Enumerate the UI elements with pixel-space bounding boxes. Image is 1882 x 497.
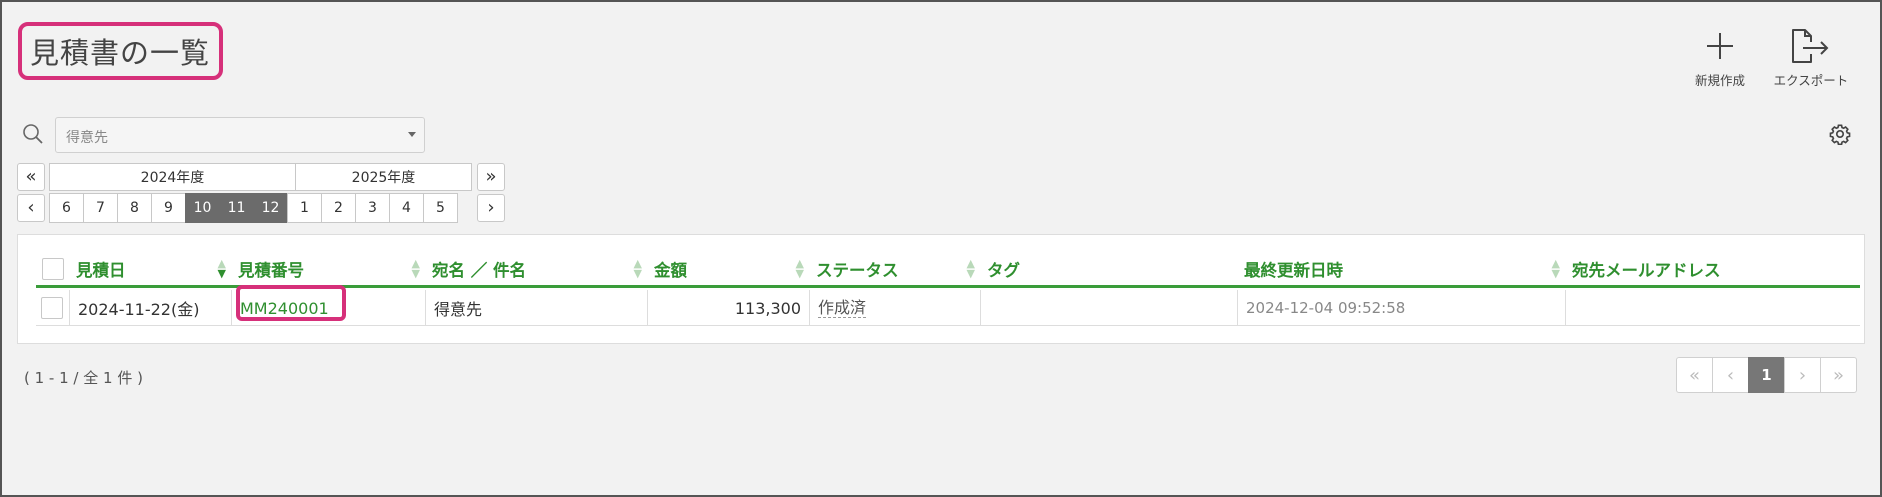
select-all-cell bbox=[36, 252, 70, 285]
sort-icon: ▲ ▼ bbox=[633, 256, 642, 280]
plus-icon bbox=[1707, 33, 1733, 59]
customer-search-placeholder: 得意先 bbox=[66, 130, 108, 146]
month-12[interactable]: 12 bbox=[253, 193, 288, 223]
gear-icon[interactable] bbox=[1829, 123, 1851, 145]
cell-date: 2024-11-22(金) bbox=[70, 290, 232, 326]
export-button-label: エクスポート bbox=[1773, 73, 1849, 88]
row-checkbox[interactable] bbox=[41, 297, 63, 319]
month-1[interactable]: 1 bbox=[287, 193, 322, 223]
month-5[interactable]: 5 bbox=[423, 193, 458, 223]
export-button[interactable]: エクスポート bbox=[1766, 26, 1856, 89]
sort-icon: ▲ ▼ bbox=[795, 256, 804, 280]
cell-amount: 113,300 bbox=[648, 290, 810, 326]
month-4[interactable]: 4 bbox=[389, 193, 424, 223]
col-email: 宛先メールアドレス bbox=[1572, 260, 1721, 280]
cell-email bbox=[1566, 290, 1860, 326]
new-button[interactable]: 新規作成 bbox=[1690, 26, 1750, 89]
month-6[interactable]: 6 bbox=[49, 193, 84, 223]
next-page-button[interactable]: › bbox=[1784, 357, 1821, 393]
fiscal-year-row: 2024年度 2025年度 bbox=[49, 163, 472, 191]
month-3[interactable]: 3 bbox=[355, 193, 390, 223]
next-year-button[interactable]: » bbox=[477, 163, 505, 191]
page-1-button[interactable]: 1 bbox=[1748, 357, 1785, 393]
col-number[interactable]: 見積番号 ▲ ▼ bbox=[232, 252, 426, 285]
first-page-button[interactable]: « bbox=[1676, 357, 1713, 393]
prev-page-button[interactable]: ‹ bbox=[1712, 357, 1749, 393]
sort-desc-icon: ▲ ▼ bbox=[217, 256, 226, 280]
prev-year-button[interactable]: « bbox=[17, 163, 45, 191]
fiscal-year-2025[interactable]: 2025年度 bbox=[295, 163, 472, 191]
prev-month-button[interactable]: ‹ bbox=[17, 194, 45, 222]
fiscal-year-2024[interactable]: 2024年度 bbox=[49, 163, 296, 191]
chevron-down-icon bbox=[408, 132, 416, 137]
status-label[interactable]: 作成済 bbox=[818, 298, 867, 319]
title-highlight: 見積書の一覧 bbox=[18, 22, 223, 80]
select-all-checkbox[interactable] bbox=[42, 257, 64, 280]
month-row: 6 7 8 9 10 11 12 1 2 3 4 5 bbox=[49, 193, 458, 223]
sort-icon: ▲ ▼ bbox=[411, 256, 420, 280]
col-status[interactable]: ステータス ▲ ▼ bbox=[810, 252, 981, 285]
col-amount[interactable]: 金額 ▲ ▼ bbox=[648, 252, 810, 285]
col-tag: タグ bbox=[987, 260, 1020, 280]
record-count: ( 1 - 1 / 全 1 件 ) bbox=[24, 369, 143, 387]
cell-tag bbox=[981, 290, 1238, 326]
month-7[interactable]: 7 bbox=[83, 193, 118, 223]
estimate-number-highlight bbox=[236, 285, 346, 321]
sort-icon: ▲ ▼ bbox=[966, 256, 975, 280]
month-8[interactable]: 8 bbox=[117, 193, 152, 223]
month-2[interactable]: 2 bbox=[321, 193, 356, 223]
estimates-table: 見積日 ▲ ▼ 見積番号 ▲ ▼ 宛名 ／ 件名 ▲ ▼ 金額 ▲ ▼ ステータス ▲ ▼… bbox=[17, 234, 1865, 344]
customer-search-select[interactable]: 得意先 bbox=[55, 117, 425, 153]
col-date[interactable]: 見積日 ▲ ▼ bbox=[70, 252, 232, 285]
cell-status: 作成済 bbox=[810, 290, 981, 326]
month-10[interactable]: 10 bbox=[185, 193, 220, 223]
month-11[interactable]: 11 bbox=[219, 193, 254, 223]
search-icon bbox=[23, 124, 43, 144]
cell-recipient: 得意先 bbox=[426, 290, 648, 326]
sort-icon: ▲ ▼ bbox=[1551, 256, 1560, 280]
pagination: « ‹ 1 › » bbox=[1676, 357, 1857, 393]
row-select-cell bbox=[36, 290, 70, 326]
last-page-button[interactable]: » bbox=[1820, 357, 1857, 393]
file-export-icon bbox=[1792, 29, 1829, 63]
new-button-label: 新規作成 bbox=[1694, 73, 1745, 88]
next-month-button[interactable]: › bbox=[477, 194, 505, 222]
page-title: 見積書の一覧 bbox=[30, 36, 211, 70]
col-updated[interactable]: 最終更新日時 ▲ ▼ bbox=[1238, 252, 1566, 285]
cell-updated: 2024-12-04 09:52:58 bbox=[1238, 290, 1566, 326]
table-header: 見積日 ▲ ▼ 見積番号 ▲ ▼ 宛名 ／ 件名 ▲ ▼ 金額 ▲ ▼ ステータス ▲ ▼… bbox=[36, 252, 1860, 288]
month-9[interactable]: 9 bbox=[151, 193, 186, 223]
col-recipient[interactable]: 宛名 ／ 件名 ▲ ▼ bbox=[426, 252, 648, 285]
